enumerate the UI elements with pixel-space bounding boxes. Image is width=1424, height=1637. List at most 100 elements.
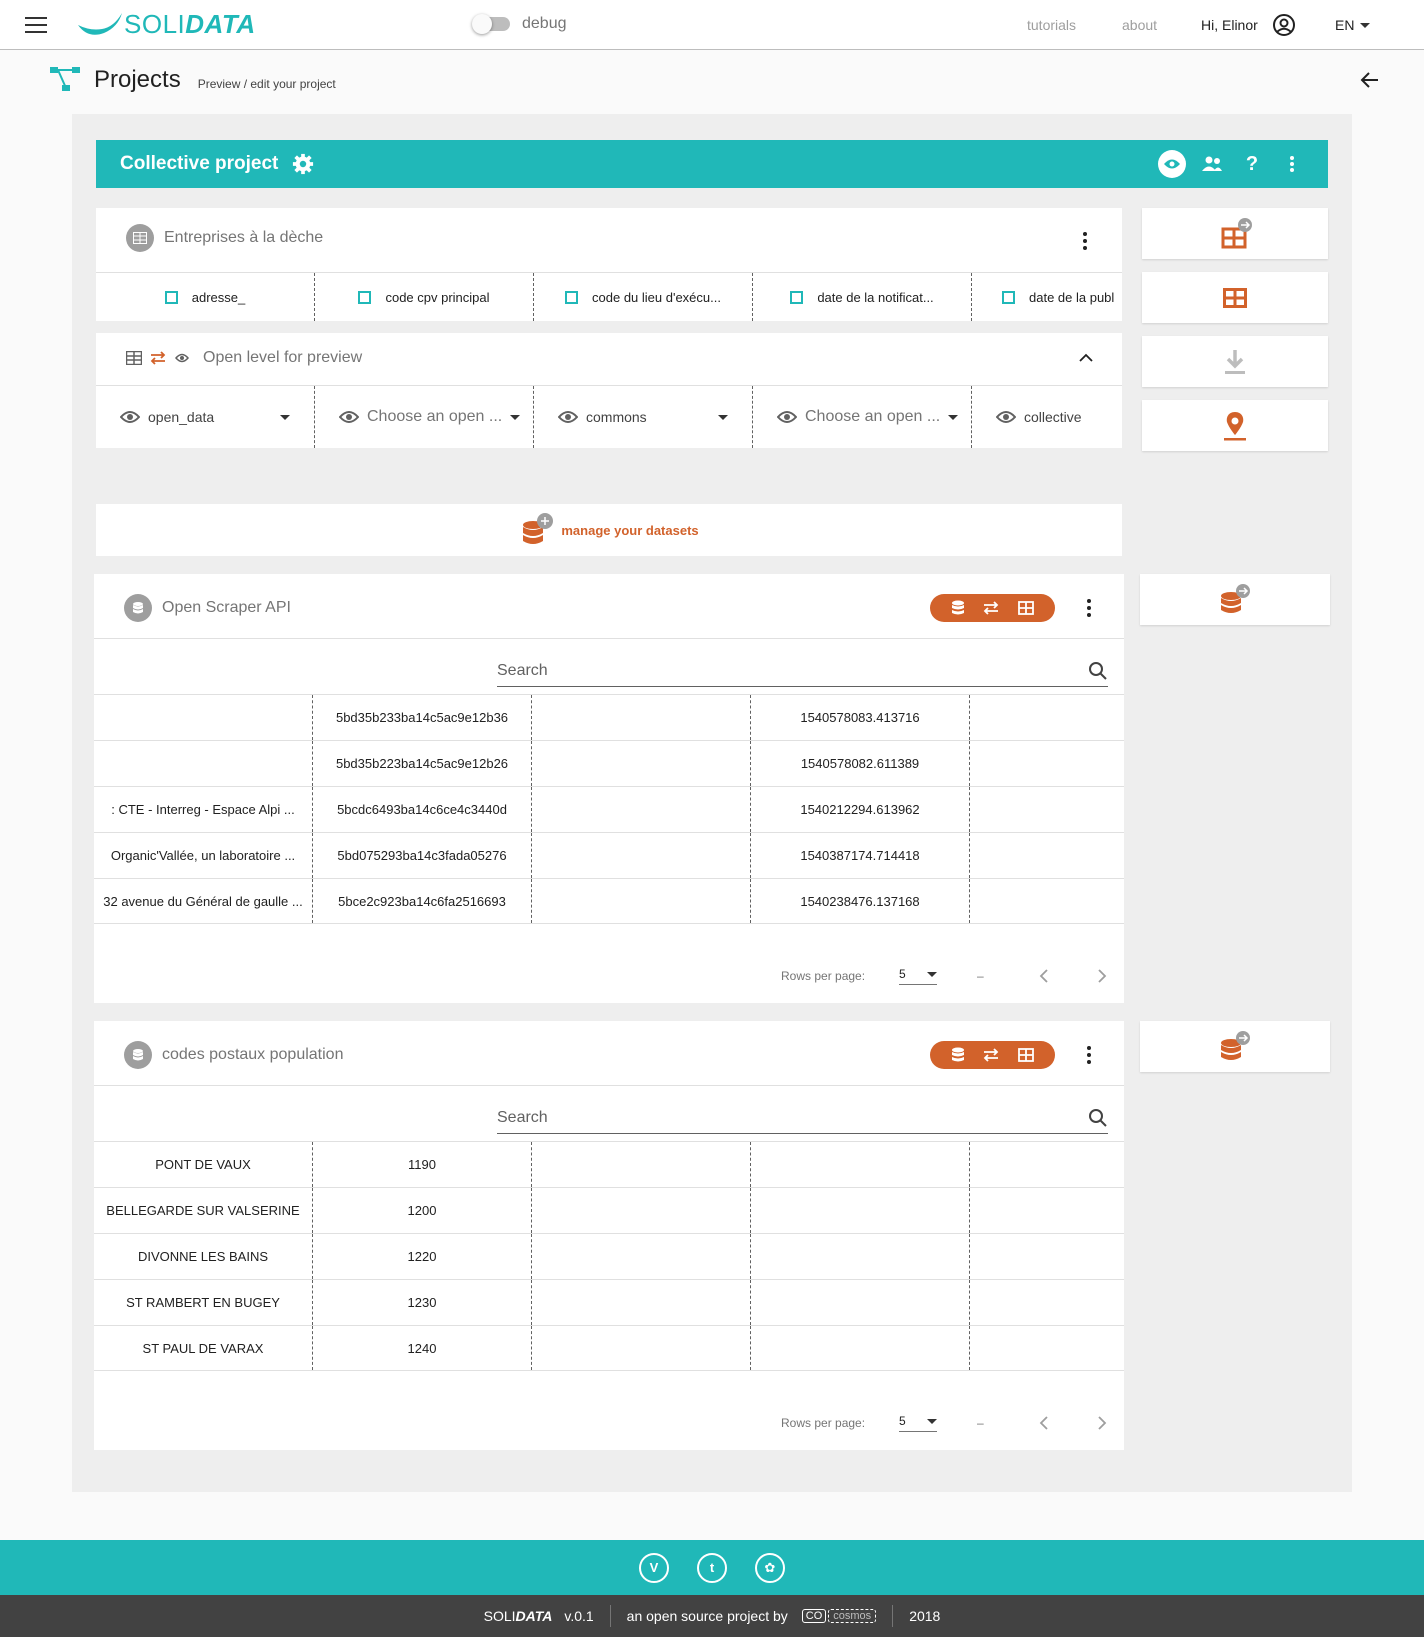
debug-label: debug: [522, 15, 567, 32]
open-level-select[interactable]: Choose an open ...: [753, 386, 972, 448]
open-level-select[interactable]: open_data: [96, 386, 315, 448]
open-level-select[interactable]: collective: [972, 386, 1122, 448]
table-row[interactable]: : CTE - Interreg - Espace Alpi ... 5bcdc6…: [94, 786, 1124, 832]
table-cell: 5bd35b223ba14c5ac9e12b26: [313, 741, 532, 786]
chevron-right-icon[interactable]: [1097, 969, 1107, 983]
table-cell: [751, 1142, 970, 1187]
open-level-select[interactable]: Choose an open ...: [315, 386, 534, 448]
nav-about-link[interactable]: about: [1122, 17, 1157, 33]
project-banner: Collective project ?: [96, 140, 1328, 188]
page-title: Projects: [94, 66, 181, 93]
column-toggle[interactable]: code cpv principal: [315, 273, 534, 321]
chevron-left-icon[interactable]: [1039, 1416, 1049, 1430]
search-icon[interactable]: [1088, 661, 1108, 681]
more-vert-icon[interactable]: [1087, 1046, 1091, 1067]
column-toggle[interactable]: adresse_: [96, 273, 315, 321]
table-row[interactable]: ST PAUL DE VARAX 1240: [94, 1325, 1124, 1371]
database-icon[interactable]: [951, 1047, 965, 1063]
column-label: date de la publ: [1029, 289, 1115, 305]
column-label: code cpv principal: [385, 289, 490, 305]
footer-tagline: an open source project by: [626, 1608, 788, 1624]
table-row[interactable]: 32 avenue du Général de gaulle ... 5bce2c…: [94, 878, 1124, 924]
account-icon[interactable]: [1272, 13, 1296, 37]
user-menu[interactable]: Hi, Elinor: [1201, 13, 1296, 37]
chevron-up-icon[interactable]: [1079, 353, 1093, 362]
table-row[interactable]: BELLEGARDE SUR VALSERINE 1200: [94, 1187, 1124, 1233]
debug-toggle[interactable]: debug: [472, 14, 567, 34]
table-row[interactable]: DIVONNE LES BAINS 1220: [94, 1233, 1124, 1279]
column-label: date de la notificat...: [817, 289, 934, 305]
swap-icon[interactable]: [983, 1048, 999, 1062]
database-icon[interactable]: [951, 600, 965, 616]
rows-per-page-select[interactable]: 5: [899, 1414, 938, 1432]
chevron-right-icon[interactable]: [1097, 1416, 1107, 1430]
eye-icon[interactable]: [1158, 150, 1186, 178]
table-view-button[interactable]: [1142, 272, 1328, 323]
more-vert-icon[interactable]: [1083, 232, 1087, 253]
table-cell: [751, 1280, 970, 1325]
settings-icon[interactable]: [292, 153, 314, 175]
table-cell: [94, 741, 313, 786]
select-placeholder: Choose an open ...: [805, 408, 941, 425]
dataset-actions-pill[interactable]: [930, 594, 1055, 622]
manage-datasets-button[interactable]: manage your datasets: [96, 504, 1122, 556]
checkbox-icon[interactable]: [358, 290, 372, 304]
swap-icon[interactable]: [983, 601, 999, 615]
pagination: Rows per page: 5 –: [781, 967, 1107, 985]
help-icon[interactable]: ?: [1238, 150, 1266, 178]
footer-credits: SOLI DATA v.0.1 an open source project by…: [0, 1595, 1424, 1637]
more-vert-icon[interactable]: [1278, 150, 1306, 178]
table-cell: DIVONNE LES BAINS: [94, 1234, 313, 1279]
map-button[interactable]: [1142, 400, 1328, 451]
table-cell: [970, 695, 1124, 740]
table-row[interactable]: PONT DE VAUX 1190: [94, 1141, 1124, 1187]
table-cell: 1540212294.613962: [751, 787, 970, 832]
app-logo[interactable]: SOLIDATA: [76, 8, 256, 40]
chevron-left-icon[interactable]: [1039, 969, 1049, 983]
column-toggle[interactable]: date de la publ: [972, 273, 1122, 321]
nav-tutorials-link[interactable]: tutorials: [1027, 17, 1076, 33]
debug-switch[interactable]: [472, 14, 510, 34]
arrow-back-icon[interactable]: [1360, 70, 1380, 95]
table-row[interactable]: ST RAMBERT EN BUGEY 1230: [94, 1279, 1124, 1325]
language-select[interactable]: EN: [1335, 17, 1371, 33]
caret-down-icon: [718, 414, 728, 420]
column-toggle[interactable]: date de la notificat...: [753, 273, 972, 321]
dataset-export-button[interactable]: [1140, 1021, 1330, 1072]
download-button[interactable]: [1142, 336, 1328, 387]
table-icon: [126, 351, 142, 365]
search-input[interactable]: Search: [497, 1102, 1108, 1134]
table-icon[interactable]: [1017, 1048, 1034, 1062]
table-export-button[interactable]: [1142, 208, 1328, 259]
github-icon[interactable]: ✿: [755, 1552, 785, 1583]
menu-icon[interactable]: [25, 17, 47, 33]
cosmos-logo[interactable]: CO cosmos: [801, 1609, 877, 1623]
checkbox-icon[interactable]: [1002, 290, 1015, 304]
checkbox-icon[interactable]: [164, 290, 178, 304]
table-cell: [970, 1188, 1124, 1233]
vue-icon[interactable]: V: [639, 1552, 669, 1583]
checkbox-icon[interactable]: [790, 290, 804, 304]
dataset-export-button[interactable]: [1140, 574, 1330, 625]
eye-icon: [175, 353, 189, 363]
table-cell: [970, 833, 1124, 878]
table-row[interactable]: Organic'Vallée, un laboratoire ... 5bd075…: [94, 832, 1124, 878]
people-icon[interactable]: [1198, 150, 1226, 178]
table-cell: [970, 787, 1124, 832]
search-input[interactable]: Search: [497, 655, 1108, 687]
table-icon[interactable]: [1017, 601, 1034, 615]
dataset-card-codes-postaux: codes postaux population Search PONT DE …: [94, 1021, 1124, 1450]
rows-per-page-select[interactable]: 5: [899, 967, 938, 985]
checkbox-icon[interactable]: [565, 290, 579, 304]
download-icon: [1225, 349, 1245, 374]
column-toggle[interactable]: code du lieu d'exécu...: [534, 273, 753, 321]
footer-social: V t ✿: [0, 1540, 1424, 1595]
more-vert-icon[interactable]: [1087, 599, 1091, 620]
table-cell: [532, 787, 751, 832]
open-level-select[interactable]: commons: [534, 386, 753, 448]
table-row[interactable]: 5bd35b233ba14c5ac9e12b36 1540578083.41371…: [94, 694, 1124, 740]
twitter-icon[interactable]: t: [697, 1552, 727, 1583]
search-icon[interactable]: [1088, 1108, 1108, 1128]
table-row[interactable]: 5bd35b223ba14c5ac9e12b26 1540578082.61138…: [94, 740, 1124, 786]
dataset-actions-pill[interactable]: [930, 1041, 1055, 1069]
